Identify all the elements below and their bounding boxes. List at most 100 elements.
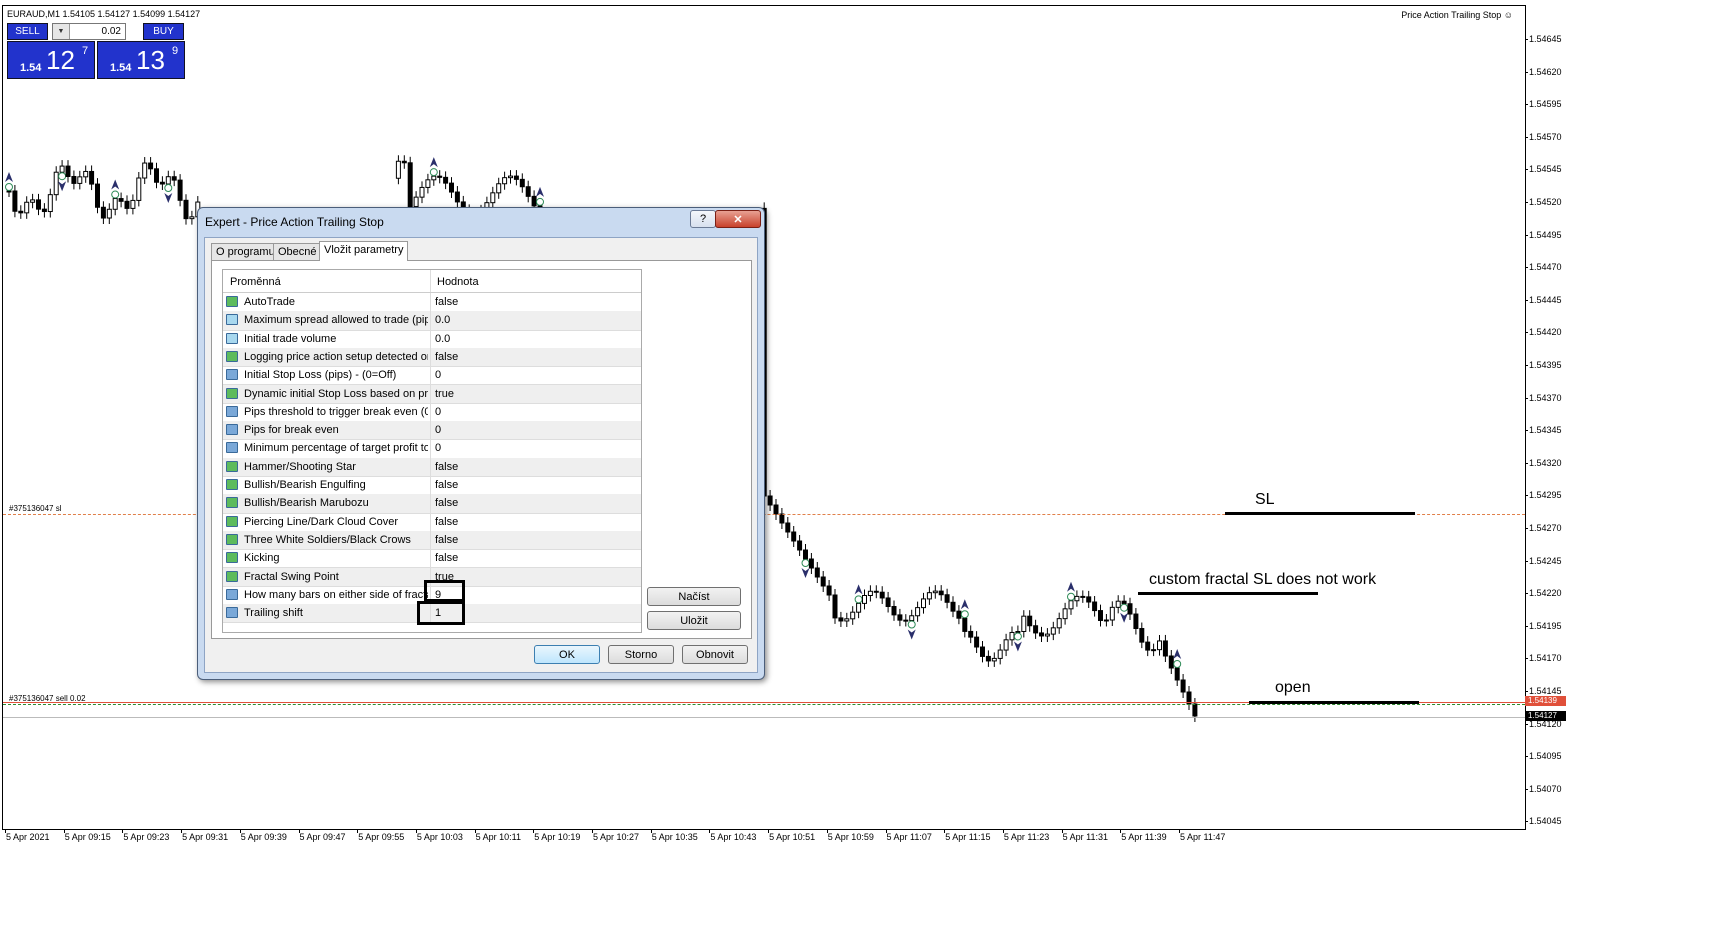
candle-body [100,206,106,219]
fractal-down-arrow-icon [801,568,810,578]
candle-body [513,175,519,180]
parameter-value[interactable]: false [435,516,458,528]
fractal-up-arrow-icon [854,584,863,595]
parameter-row[interactable]: Pips for break even 0 [223,421,641,441]
candle-body [30,199,36,203]
tab-inputs[interactable]: Vložit parametry [319,241,409,261]
sell-price-button[interactable]: 1.54 12 7 [7,41,95,79]
cancel-button[interactable]: Storno [608,645,674,664]
dbl-type-icon [226,332,238,344]
close-button[interactable]: ✕ [715,210,761,228]
parameter-value[interactable]: 0 [435,369,441,381]
parameter-row[interactable]: Piercing Line/Dark Cloud Cover false [223,512,641,532]
candle-body [1080,595,1086,598]
candle-body [519,178,525,188]
bool-type-icon [226,296,238,307]
parameter-value[interactable]: true [435,388,454,400]
column-separator [430,347,431,367]
volume-field[interactable]: ▼ 0.02 [52,23,126,40]
parameter-value[interactable]: false [435,479,458,491]
parameter-row[interactable]: Dynamic initial Stop Loss based on price… [223,384,641,404]
ok-button[interactable]: OK [534,645,600,664]
highlight-box-shift [417,601,465,625]
int-type-icon [226,442,238,454]
price-tick [1525,299,1528,301]
buy-button[interactable]: BUY [143,23,184,40]
time-label: 5 Apr 10:43 [710,832,757,842]
candle-body [1086,596,1092,603]
candle-body [83,170,89,178]
reset-button[interactable]: Obnovit [682,645,748,664]
help-button[interactable]: ? [690,210,716,228]
annotation-sl: SL [1255,491,1275,508]
parameter-value[interactable]: false [435,351,458,363]
save-button[interactable]: Uložit [647,611,741,630]
parameter-value[interactable]: 0 [435,424,441,436]
column-variable[interactable]: Proměnná [230,276,281,288]
int-type-icon [226,424,238,436]
parameter-row[interactable]: Initial trade volume 0.0 [223,329,641,349]
sell-button[interactable]: SELL [7,23,48,40]
open-price-line[interactable] [3,704,1525,705]
ea-name-label[interactable]: Price Action Trailing Stop ☺ [1401,10,1513,20]
candle-body [926,592,932,600]
fractal-down-arrow-icon [1120,612,1129,623]
candle-body [124,200,130,209]
parameter-value[interactable]: 0 [435,406,441,418]
parameter-value[interactable]: false [435,296,458,308]
parameter-row[interactable]: Logging price action setup detected on j… [223,347,641,368]
parameter-row[interactable]: AutoTrade false [223,293,641,313]
parameter-row[interactable]: Three White Soldiers/Black Crows false [223,530,641,551]
parameter-value[interactable]: false [435,552,458,564]
parameter-value[interactable]: false [435,497,458,509]
load-button[interactable]: Načíst [647,587,741,606]
candle-body [407,162,413,208]
candle-body [1121,600,1127,605]
parameter-row[interactable]: Maximum spread allowed to trade (pips) 0.… [223,311,641,331]
parameter-value[interactable]: 0.0 [435,314,450,326]
bool-type-icon [226,497,238,509]
parameter-row[interactable]: Minimum percentage of target profit to l… [223,439,641,459]
parameter-row[interactable]: Bullish/Bearish Marubozu false [223,494,641,514]
candle-body [1174,667,1180,681]
price-label: 1.54370 [1529,392,1562,403]
price-tick [1525,267,1528,269]
parameter-row[interactable]: Initial Stop Loss (pips) - (0=Off) 0 [223,366,641,386]
parameter-value[interactable]: 0.0 [435,333,450,345]
candle-body [401,160,407,164]
parameter-row[interactable]: Kicking false [223,549,641,569]
parameter-name: Bullish/Bearish Marubozu [244,497,369,510]
candle-body [785,522,791,533]
candle-body [1127,603,1133,615]
candle-body [454,191,460,203]
parameter-name: How many bars on either side of fractal [244,588,428,601]
tab-common[interactable]: Obecné [273,243,322,260]
candle-body [879,591,885,599]
smiley-icon: ☺ [1503,10,1513,20]
parameter-value[interactable]: false [435,534,458,546]
candle-body [171,176,177,181]
column-separator [430,476,431,495]
candle-body [862,595,867,604]
price-tick [1525,528,1528,529]
parameter-row[interactable]: Pips threshold to trigger break even (0=… [223,402,641,423]
column-value[interactable]: Hodnota [437,276,479,288]
column-separator [430,457,431,476]
buy-price-button[interactable]: 1.54 13 9 [97,41,185,79]
parameter-row[interactable]: Hammer/Shooting Star false [223,457,641,477]
candle-body [932,590,938,594]
price-tick [1525,625,1528,627]
tab-about[interactable]: O programu [211,243,280,260]
parameter-value[interactable]: 0 [435,442,441,454]
fractal-up-arrow-icon [1173,649,1182,659]
parameter-row[interactable]: Bullish/Bearish Engulfing false [223,476,641,496]
candle-body [159,181,165,185]
parameter-value[interactable]: false [435,461,458,473]
ask-price-box: 1.54127 [1525,711,1566,721]
volume-dropdown-icon[interactable]: ▼ [53,24,70,39]
price-label: 1.54495 [1529,229,1562,240]
candle-body [909,615,915,621]
candle-body [106,208,112,219]
sell-price-point: 7 [82,45,89,57]
candle-body [136,177,142,201]
